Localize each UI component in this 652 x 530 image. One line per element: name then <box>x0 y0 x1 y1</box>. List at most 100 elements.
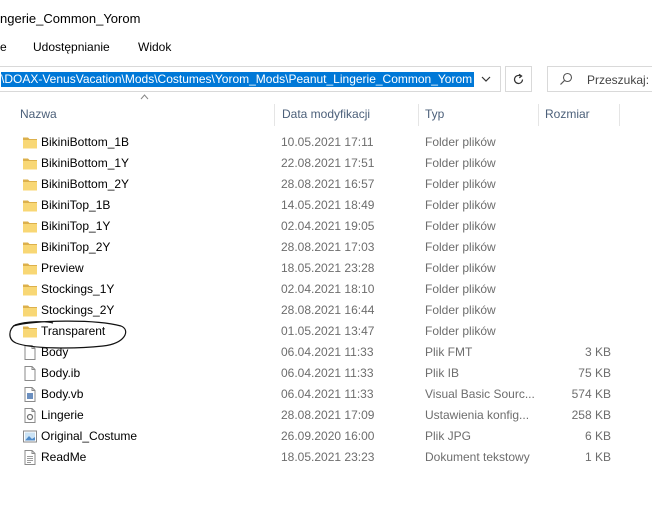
file-row[interactable]: BikiniBottom_1Y 22.08.2021 17:51 Folder pl… <box>0 153 652 174</box>
file-type: Plik JPG <box>425 429 472 443</box>
file-size: 6 KB <box>584 429 611 443</box>
folder-icon <box>22 303 38 318</box>
refresh-button[interactable] <box>505 66 532 92</box>
column-header-row: Nazwa Data modyfikacji Typ Rozmiar <box>0 104 652 126</box>
file-name[interactable]: Preview <box>41 261 84 275</box>
text-file-icon <box>22 450 38 465</box>
file-type: Folder plików <box>425 135 496 149</box>
file-name[interactable]: Body.vb <box>41 387 83 401</box>
address-path[interactable]: \DOAX-VenusVacation\Mods\Costumes\Yorom_… <box>1 72 475 87</box>
file-type: Plik FMT <box>425 345 473 359</box>
chevron-down-icon <box>481 76 491 82</box>
column-divider[interactable] <box>274 104 275 126</box>
file-name[interactable]: Original_Costume <box>41 429 137 443</box>
file-row[interactable]: Preview 18.05.2021 23:28 Folder plików <box>0 258 652 279</box>
file-row[interactable]: ReadMe 18.05.2021 23:23 Dokument tekstowy 1… <box>0 447 652 468</box>
file-type: Plik IB <box>425 366 460 380</box>
file-name[interactable]: ReadMe <box>41 450 86 464</box>
file-name[interactable]: BikiniTop_1B <box>41 198 110 212</box>
ribbon-tab-share[interactable]: Udostępnianie <box>33 40 110 54</box>
file-name[interactable]: Lingerie <box>41 408 84 422</box>
file-size: 258 KB <box>571 408 611 422</box>
address-history-dropdown[interactable] <box>472 67 500 91</box>
file-name[interactable]: BikiniBottom_1Y <box>41 156 129 170</box>
file-type: Folder plików <box>425 282 496 296</box>
folder-icon <box>22 219 38 234</box>
file-date: 18.05.2021 23:23 <box>281 450 375 464</box>
file-type: Visual Basic Sourc... <box>425 387 535 401</box>
file-date: 18.05.2021 23:28 <box>281 261 375 275</box>
file-row[interactable]: BikiniBottom_1B 10.05.2021 17:11 Folder pl… <box>0 132 652 153</box>
column-divider[interactable] <box>619 104 620 126</box>
file-row[interactable]: BikiniTop_1B 14.05.2021 18:49 Folder plikó… <box>0 195 652 216</box>
file-type: Folder plików <box>425 198 496 212</box>
file-type: Ustawienia konfig... <box>425 408 530 422</box>
file-type: Folder plików <box>425 156 496 170</box>
file-row[interactable]: Stockings_2Y 28.08.2021 16:44 Folder plikó… <box>0 300 652 321</box>
file-row[interactable]: BikiniBottom_2Y 28.08.2021 16:57 Folder pl… <box>0 174 652 195</box>
file-name[interactable]: BikiniBottom_2Y <box>41 177 129 191</box>
column-header-date[interactable]: Data modyfikacji <box>282 107 370 121</box>
search-box[interactable]: Przeszukaj: P <box>547 66 652 92</box>
image-file-icon <box>22 429 38 444</box>
vb-file-icon <box>22 387 38 402</box>
config-file-icon <box>22 408 38 423</box>
file-row[interactable]: Body.ib 06.04.2021 11:33 Plik IB 75 KB <box>0 363 652 384</box>
file-row[interactable]: Stockings_1Y 02.04.2021 18:10 Folder plikó… <box>0 279 652 300</box>
file-name[interactable]: Stockings_2Y <box>41 303 114 317</box>
file-date: 02.04.2021 19:05 <box>281 219 375 233</box>
file-date: 22.08.2021 17:51 <box>281 156 375 170</box>
file-name[interactable]: Body.ib <box>41 366 80 380</box>
file-name[interactable]: BikiniBottom_1B <box>41 135 129 149</box>
column-divider[interactable] <box>538 104 539 126</box>
file-size: 75 KB <box>578 366 611 380</box>
file-date: 28.08.2021 16:57 <box>281 177 375 191</box>
file-type: Folder plików <box>425 240 496 254</box>
file-type: Dokument tekstowy <box>425 450 530 464</box>
search-placeholder: Przeszukaj: P <box>587 73 652 87</box>
column-header-size[interactable]: Rozmiar <box>545 107 590 121</box>
file-date: 10.05.2021 17:11 <box>281 135 374 149</box>
file-row[interactable]: Body.vb 06.04.2021 11:33 Visual Basic Sour… <box>0 384 652 405</box>
file-type: Folder plików <box>425 303 496 317</box>
folder-icon <box>22 261 38 276</box>
folder-icon <box>22 135 38 150</box>
refresh-icon <box>513 73 524 84</box>
file-row[interactable]: BikiniTop_2Y 28.08.2021 17:03 Folder plikó… <box>0 237 652 258</box>
ribbon-tab-view[interactable]: Widok <box>138 40 171 54</box>
file-row[interactable]: Original_Costume 26.09.2020 16:00 Plik JPG… <box>0 426 652 447</box>
ribbon-tab-file[interactable]: e <box>0 40 7 54</box>
folder-icon <box>22 198 38 213</box>
column-header-name[interactable]: Nazwa <box>20 107 57 121</box>
file-name[interactable]: Stockings_1Y <box>41 282 114 296</box>
file-date: 06.04.2021 11:33 <box>281 366 374 380</box>
file-size: 574 KB <box>571 387 611 401</box>
file-date: 28.08.2021 17:09 <box>281 408 375 422</box>
file-date: 28.08.2021 16:44 <box>281 303 375 317</box>
file-name[interactable]: BikiniTop_2Y <box>41 240 110 254</box>
address-bar[interactable]: \DOAX-VenusVacation\Mods\Costumes\Yorom_… <box>0 66 501 92</box>
file-row[interactable]: Lingerie 28.08.2021 17:09 Ustawienia konfi… <box>0 405 652 426</box>
file-date: 28.08.2021 17:03 <box>281 240 375 254</box>
hand-drawn-circle-annotation <box>9 320 127 349</box>
folder-icon <box>22 240 38 255</box>
folder-icon <box>22 177 38 192</box>
file-type: Folder plików <box>425 177 496 191</box>
file-name[interactable]: BikiniTop_1Y <box>41 219 110 233</box>
file-size: 3 KB <box>584 345 611 359</box>
file-icon <box>22 366 38 381</box>
file-date: 02.04.2021 18:10 <box>281 282 375 296</box>
file-type: Folder plików <box>425 324 496 338</box>
column-header-type[interactable]: Typ <box>425 107 444 121</box>
window-title: ngerie_Common_Yorom <box>0 11 141 26</box>
folder-icon <box>22 282 38 297</box>
column-divider[interactable] <box>418 104 419 126</box>
file-date: 26.09.2020 16:00 <box>281 429 375 443</box>
file-row[interactable]: BikiniTop_1Y 02.04.2021 19:05 Folder plikó… <box>0 216 652 237</box>
file-date: 06.04.2021 11:33 <box>281 387 374 401</box>
search-icon <box>560 72 573 85</box>
file-date: 06.04.2021 11:33 <box>281 345 374 359</box>
sort-ascending-icon <box>140 94 149 100</box>
file-size: 1 KB <box>584 450 611 464</box>
file-type: Folder plików <box>425 261 496 275</box>
